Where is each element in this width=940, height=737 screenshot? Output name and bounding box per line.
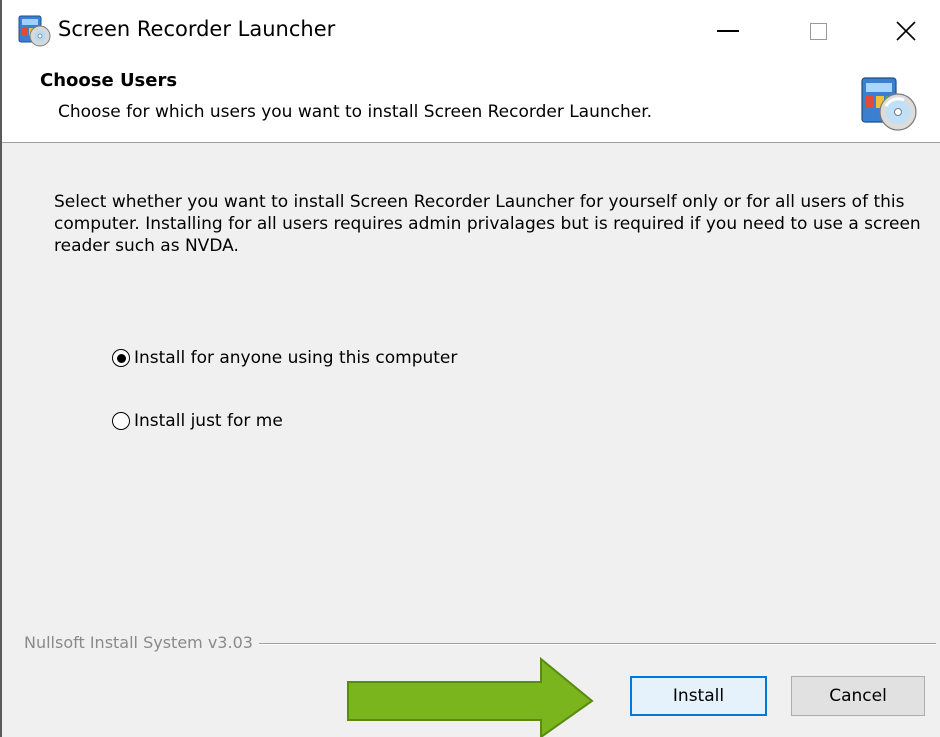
app-icon [18, 15, 51, 47]
radio-button-selected[interactable] [112, 349, 130, 367]
close-button[interactable] [874, 0, 938, 62]
page-title: Choose Users [40, 70, 178, 91]
minimize-button[interactable] [696, 0, 760, 62]
page-header: Choose Users Choose for which users you … [2, 62, 940, 142]
window-title: Screen Recorder Launcher [58, 17, 336, 41]
title-bar[interactable]: Screen Recorder Launcher [2, 0, 940, 62]
maximize-button[interactable] [786, 0, 850, 62]
description-text: Select whether you want to install Scree… [54, 192, 921, 256]
radio-install-all-users[interactable]: Install for anyone using this computer [112, 348, 457, 368]
radio-dot-icon [116, 353, 126, 363]
close-icon [896, 21, 916, 41]
radio-label[interactable]: Install for anyone using this computer [134, 348, 457, 368]
green-arrow-annotation [347, 657, 594, 737]
installer-window: Screen Recorder Launcher Choose Users Ch… [0, 0, 940, 737]
page-subtitle: Choose for which users you want to insta… [58, 102, 653, 122]
radio-install-just-me[interactable]: Install just for me [112, 411, 283, 431]
minimize-icon [717, 30, 739, 32]
cancel-button[interactable]: Cancel [791, 676, 925, 716]
radio-label[interactable]: Install just for me [134, 411, 283, 431]
radio-button-unselected[interactable] [112, 412, 130, 430]
install-button[interactable]: Install [630, 676, 767, 716]
installer-cd-icon [861, 77, 917, 131]
maximize-icon [809, 22, 827, 40]
dialog-body: Select whether you want to install Scree… [2, 143, 940, 737]
branding-text: Nullsoft Install System v3.03 [24, 633, 259, 652]
